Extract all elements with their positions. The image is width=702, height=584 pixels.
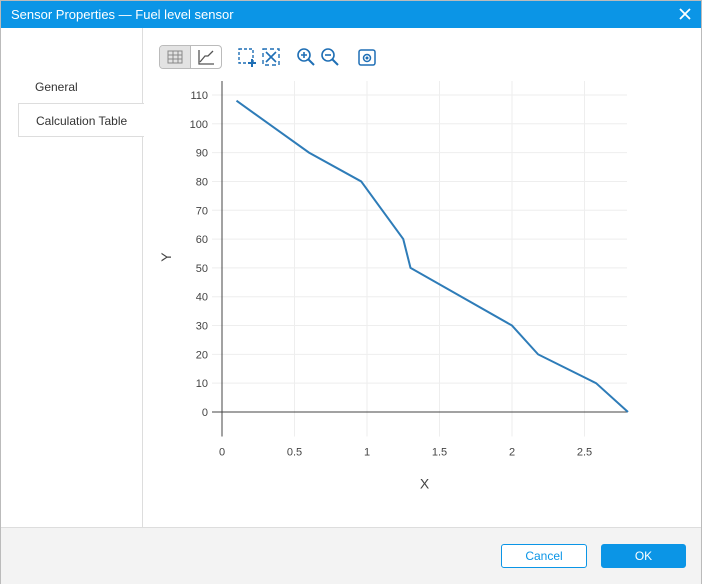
table-view-icon — [167, 50, 183, 64]
autoscale-icon[interactable] — [261, 47, 281, 67]
table-view-button[interactable] — [160, 46, 191, 68]
calibration-chart[interactable]: 0 0.5 1 1.5 2 2.5 0 10 20 30 40 50 60 70 80 90 100 110 X Y — [151, 81, 671, 501]
y-tick-label: 40 — [196, 292, 208, 304]
box-select-icon[interactable] — [237, 47, 257, 67]
x-tick-label: 2.5 — [577, 446, 592, 458]
zoom-in-icon[interactable] — [296, 47, 316, 67]
close-icon[interactable] — [677, 6, 693, 22]
y-tick-label: 70 — [196, 205, 208, 217]
y-tick-label: 20 — [196, 349, 208, 361]
chart-view-button[interactable] — [191, 46, 221, 68]
ok-button[interactable]: OK — [601, 544, 686, 568]
x-axis-title: X — [420, 475, 430, 491]
x-tick-label: 0 — [219, 446, 225, 458]
dialog-footer: Cancel OK — [1, 527, 701, 584]
tab-general[interactable]: General — [18, 70, 144, 104]
y-axis-title: Y — [158, 252, 174, 262]
sensor-properties-dialog: Sensor Properties — Fuel level sensor Ge… — [0, 0, 702, 584]
x-tick-label: 1.5 — [432, 446, 447, 458]
snapshot-icon[interactable] — [357, 47, 377, 67]
cancel-button[interactable]: Cancel — [501, 544, 587, 568]
y-tick-label: 80 — [196, 176, 208, 188]
x-tick-label: 0.5 — [287, 446, 302, 458]
sidebar: General Calculation Table — [1, 28, 144, 527]
x-tick-label: 1 — [364, 446, 370, 458]
x-tick-label: 2 — [509, 446, 515, 458]
y-tick-label: 50 — [196, 263, 208, 275]
view-toggle — [159, 45, 222, 69]
y-tick-label: 90 — [196, 148, 208, 160]
y-tick-label: 0 — [202, 407, 208, 419]
chart-view-icon — [198, 50, 214, 65]
y-tick-label: 30 — [196, 321, 208, 333]
title-bar: Sensor Properties — Fuel level sensor — [1, 1, 701, 28]
dialog-title: Sensor Properties — Fuel level sensor — [11, 7, 234, 22]
y-tick-label: 110 — [190, 90, 208, 102]
tab-calculation-table[interactable]: Calculation Table — [18, 103, 144, 137]
y-tick-label: 60 — [196, 234, 208, 246]
data-line — [235, 99, 629, 413]
y-tick-label: 100 — [190, 119, 208, 131]
zoom-out-icon[interactable] — [320, 47, 340, 67]
y-tick-label: 10 — [196, 378, 208, 390]
